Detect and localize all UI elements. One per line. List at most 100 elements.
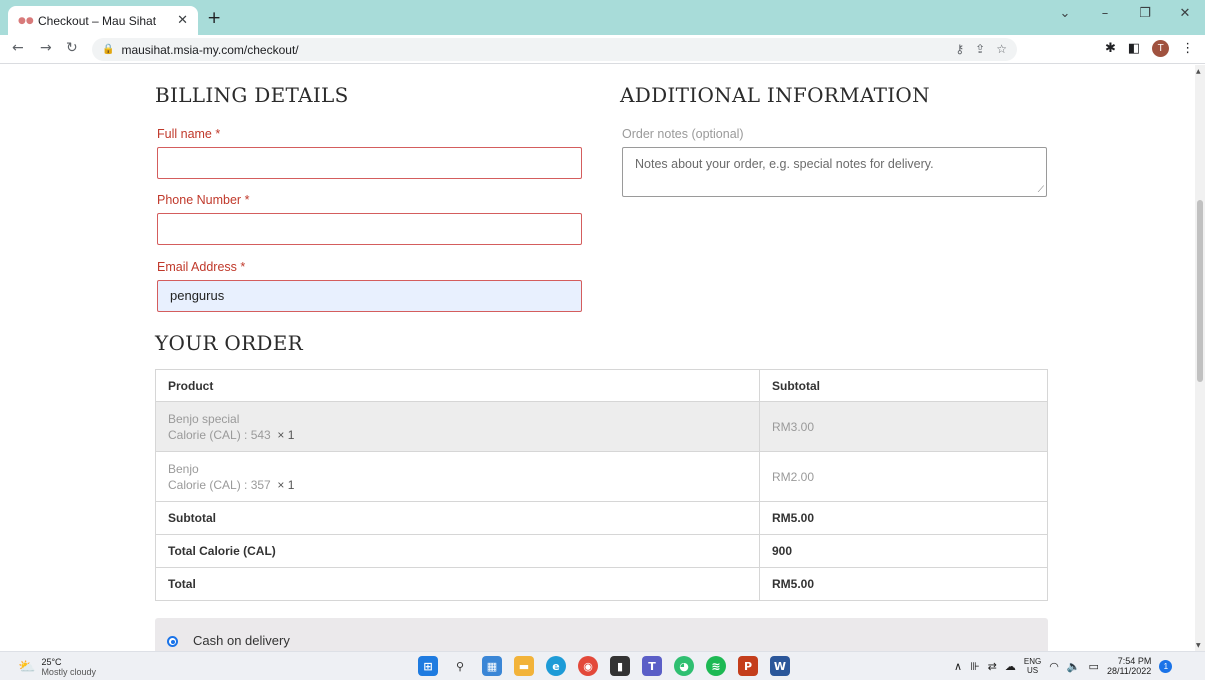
total-calorie-row: Total Calorie (CAL) 900 — [155, 534, 1048, 568]
cash-on-delivery-label[interactable]: Cash on delivery — [193, 633, 290, 648]
total-row: Total RM5.00 — [155, 567, 1048, 601]
calorie-text: Calorie (CAL) : 543 — [168, 427, 271, 442]
item-subtotal-cell: RM2.00 — [759, 451, 1048, 502]
product-calorie: Calorie (CAL) : 357 × 1 — [168, 477, 747, 493]
keyboard-layout: US — [1026, 666, 1039, 675]
additional-information-heading: ADDITIONAL INFORMATION — [620, 83, 930, 107]
powerpoint-icon[interactable]: P — [738, 656, 758, 676]
system-tray: ∧ ⊪ ⇄ ☁ ENG US ◠ 🔈 ▭ 7:54 PM 28/11/2022 1 — [954, 656, 1173, 676]
extensions-puzzle-icon[interactable]: ✱ — [1105, 41, 1116, 56]
wechat-icon[interactable]: ◕ — [674, 656, 694, 676]
wifi-icon[interactable]: ◠ — [1049, 660, 1059, 673]
browser-tab-strip: ●● Checkout – Mau Sihat ✕ + ⌄ – ❐ ✕ — [0, 0, 1205, 35]
reload-icon[interactable]: ↻ — [66, 40, 78, 56]
email-address-label-text: Email Address — [157, 260, 237, 274]
share-icon[interactable]: ⇪ — [975, 42, 985, 56]
browser-tab[interactable]: ●● Checkout – Mau Sihat ✕ — [8, 6, 198, 35]
clock[interactable]: 7:54 PM 28/11/2022 — [1107, 656, 1151, 676]
network-adapter-icon[interactable]: ⇄ — [988, 660, 997, 673]
site-favicon-icon: ●● — [18, 15, 34, 26]
quantity-text: × 1 — [277, 477, 295, 492]
weather-widget[interactable]: ⛅ 25°C Mostly cloudy — [18, 657, 96, 677]
total-value: RM5.00 — [759, 567, 1048, 601]
product-column-header: Product — [155, 369, 760, 402]
word-icon[interactable]: W — [770, 656, 790, 676]
calorie-text: Calorie (CAL) : 357 — [168, 477, 271, 492]
order-notes-placeholder: Notes about your order, e.g. special not… — [635, 157, 934, 171]
tab-title: Checkout – Mau Sihat — [38, 13, 157, 28]
language-code: ENG — [1023, 657, 1042, 666]
calendar-app-icon[interactable]: ▦ — [482, 656, 502, 676]
forward-arrow-icon[interactable]: → — [40, 40, 52, 56]
product-cell: Benjo special Calorie (CAL) : 543 × 1 — [155, 401, 760, 452]
full-name-label: Full name * — [157, 127, 220, 141]
order-notes-textarea[interactable]: Notes about your order, e.g. special not… — [622, 147, 1047, 197]
phone-number-input[interactable] — [157, 213, 582, 245]
required-mark: * — [244, 193, 250, 207]
product-cell: Benjo Calorie (CAL) : 357 × 1 — [155, 451, 760, 502]
order-notes-label: Order notes (optional) — [622, 127, 744, 141]
close-tab-icon[interactable]: ✕ — [177, 13, 188, 28]
volume-icon[interactable]: 🔈 — [1067, 660, 1081, 673]
new-tab-plus-icon[interactable]: + — [207, 8, 221, 28]
table-row: Benjo special Calorie (CAL) : 543 × 1 RM… — [155, 401, 1048, 452]
back-arrow-icon[interactable]: ← — [12, 40, 24, 56]
input-language[interactable]: ENG US — [1024, 657, 1041, 675]
subtotal-value: RM5.00 — [759, 501, 1048, 535]
teams-icon[interactable]: T — [642, 656, 662, 676]
notification-badge[interactable]: 1 — [1159, 659, 1173, 673]
lock-icon[interactable]: 🔒 — [102, 44, 114, 55]
scrollbar-thumb[interactable] — [1197, 200, 1203, 382]
clock-time: 7:54 PM — [1117, 656, 1152, 666]
restore-icon[interactable]: ❐ — [1125, 6, 1165, 21]
minimize-icon[interactable]: – — [1085, 6, 1125, 21]
search-icon[interactable]: ⚲ — [450, 656, 470, 676]
cash-on-delivery-radio[interactable] — [167, 636, 178, 647]
full-name-input[interactable] — [157, 147, 582, 179]
total-label: Total — [155, 567, 760, 601]
password-key-icon[interactable]: ⚷ — [955, 42, 964, 56]
battery-icon[interactable]: ▭ — [1089, 660, 1099, 673]
partly-cloudy-icon: ⛅ — [18, 659, 36, 675]
item-subtotal-cell: RM3.00 — [759, 401, 1048, 452]
profile-avatar[interactable]: T — [1152, 40, 1170, 57]
meet-icon[interactable]: ⊪ — [970, 660, 980, 673]
textarea-resize-icon[interactable]: ⟋ — [1038, 185, 1044, 195]
spotify-icon[interactable]: ≋ — [706, 656, 726, 676]
product-name: Benjo special — [168, 411, 240, 426]
product-calorie: Calorie (CAL) : 543 × 1 — [168, 427, 747, 443]
page-viewport: BILLING DETAILS Full name * Phone Number… — [0, 65, 1195, 651]
onedrive-icon[interactable]: ☁ — [1005, 660, 1016, 673]
billing-details-heading: BILLING DETAILS — [155, 83, 349, 107]
edge-browser-icon[interactable]: e — [546, 656, 566, 676]
bookmark-star-icon[interactable]: ☆ — [996, 42, 1007, 56]
address-bar[interactable]: 🔒 mausihat.msia-my.com/checkout/ ⚷ ⇪ ☆ — [92, 38, 1017, 61]
full-name-label-text: Full name — [157, 127, 212, 141]
table-header-row: Product Subtotal — [155, 369, 1048, 402]
total-calorie-label: Total Calorie (CAL) — [155, 534, 760, 568]
taskbar: ⛅ 25°C Mostly cloudy ⊞ ⚲ ▦ ▬ e ◉ ▮ T ◕ ≋… — [0, 651, 1205, 680]
close-window-icon[interactable]: ✕ — [1165, 6, 1205, 21]
show-hidden-icons-chevron-icon[interactable]: ∧ — [954, 660, 962, 673]
browser-menu-icon[interactable]: ⋮ — [1181, 41, 1194, 56]
scroll-down-arrow-icon[interactable]: ▼ — [1196, 642, 1201, 649]
side-panel-icon[interactable]: ◧ — [1128, 41, 1140, 56]
url-text[interactable]: mausihat.msia-my.com/checkout/ — [121, 43, 298, 57]
start-windows-icon[interactable]: ⊞ — [418, 656, 438, 676]
weather-temperature: 25°C — [41, 657, 62, 667]
phone-number-label: Phone Number * — [157, 193, 249, 207]
required-mark: * — [215, 127, 221, 141]
email-address-input[interactable]: pengurus — [157, 280, 582, 312]
order-table: Product Subtotal Benjo special Calorie (… — [155, 369, 1048, 601]
chrome-browser-icon[interactable]: ◉ — [578, 656, 598, 676]
quantity-text: × 1 — [277, 427, 295, 442]
scroll-up-arrow-icon[interactable]: ▲ — [1196, 68, 1201, 75]
tab-search-chevron-icon[interactable]: ⌄ — [1045, 6, 1085, 21]
subtotal-label: Subtotal — [155, 501, 760, 535]
page-scrollbar[interactable]: ▲ ▼ — [1195, 65, 1205, 651]
product-name: Benjo — [168, 461, 199, 476]
file-explorer-icon[interactable]: ▬ — [514, 656, 534, 676]
email-address-label: Email Address * — [157, 260, 245, 274]
subtotal-column-header: Subtotal — [759, 369, 1048, 402]
sticky-app-icon[interactable]: ▮ — [610, 656, 630, 676]
